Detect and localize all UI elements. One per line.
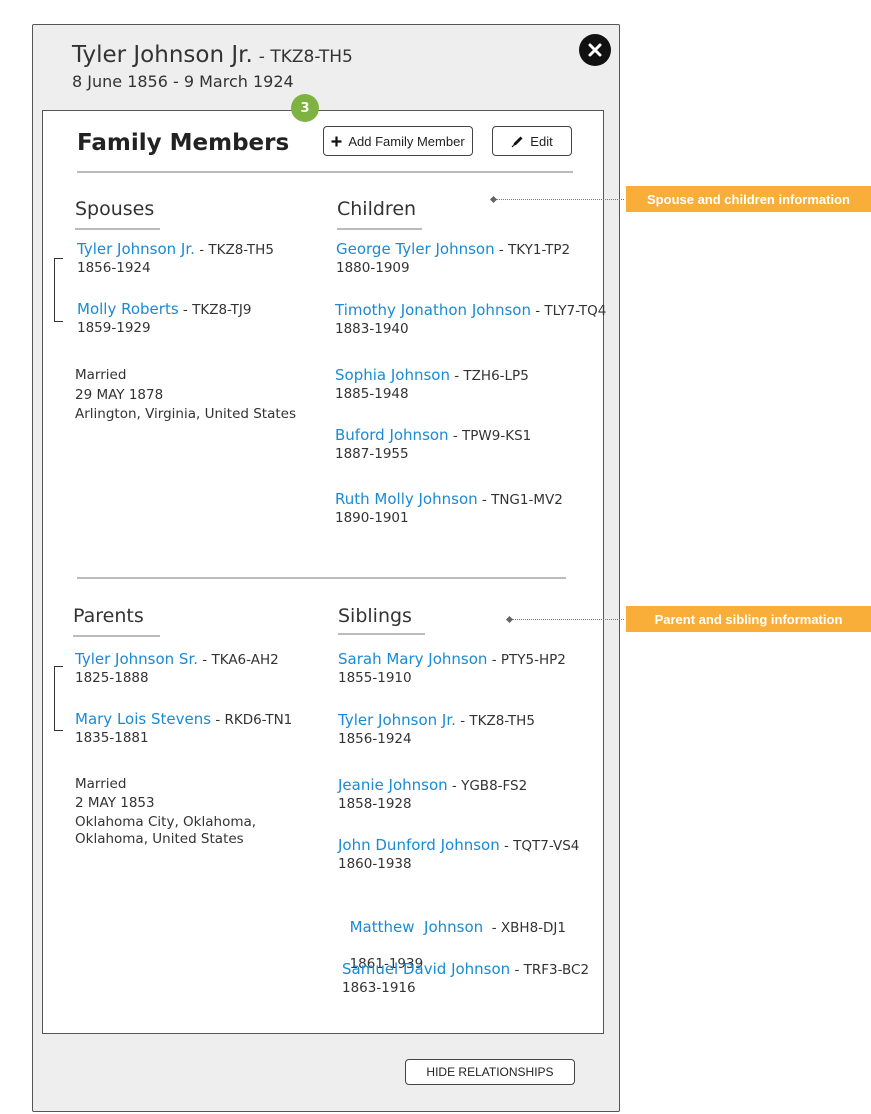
person-id: - TKZ8-TH5 bbox=[258, 47, 353, 67]
child-id: - TPW9-KS1 bbox=[448, 428, 532, 444]
spouse-id: - TKZ8-TJ9 bbox=[178, 302, 252, 318]
parent-entry: Tyler Johnson Sr. - TKA6-AH2 1825-1888 bbox=[75, 650, 279, 687]
parent-couple-bracket bbox=[54, 666, 63, 731]
parent-name-link[interactable]: Tyler Johnson Sr. bbox=[75, 650, 198, 668]
child-entry: Buford Johnson - TPW9-KS1 1887-1955 bbox=[335, 426, 531, 463]
spouses-heading-underline bbox=[75, 228, 160, 230]
sibling-id: - PTY5-HP2 bbox=[487, 652, 566, 668]
marriage-date: 2 MAY 1853 bbox=[75, 795, 155, 811]
child-years: 1890-1901 bbox=[335, 510, 409, 526]
child-id: - TKY1-TP2 bbox=[494, 242, 571, 258]
children-heading-underline bbox=[337, 228, 422, 230]
sibling-name-link[interactable]: Sarah Mary Johnson bbox=[338, 650, 487, 668]
child-years: 1880-1909 bbox=[336, 260, 410, 276]
edit-label: Edit bbox=[530, 133, 553, 149]
child-years: 1883-1940 bbox=[335, 321, 409, 337]
child-entry: George Tyler Johnson - TKY1-TP2 1880-190… bbox=[336, 240, 570, 277]
middle-divider bbox=[77, 577, 566, 579]
sibling-years: 1863-1916 bbox=[342, 980, 416, 996]
spouse-children-callout: Spouse and children information bbox=[626, 186, 871, 212]
sibling-id: - YGB8-FS2 bbox=[447, 778, 528, 794]
spouse-years: 1859-1929 bbox=[77, 320, 151, 336]
spouse-name-link[interactable]: Molly Roberts bbox=[77, 300, 179, 318]
sibling-entry: Samuel David Johnson - TRF3-BC2 1863-191… bbox=[342, 960, 589, 997]
spouse-couple-bracket bbox=[54, 258, 63, 322]
parent-entry: Mary Lois Stevens - RKD6-TN1 1835-1881 bbox=[75, 710, 292, 747]
plus-icon bbox=[331, 136, 342, 146]
child-id: - TLY7-TQ4 bbox=[530, 303, 607, 319]
parent-id: - RKD6-TN1 bbox=[211, 712, 293, 728]
child-name-link[interactable]: Sophia Johnson bbox=[335, 366, 450, 384]
sibling-name-link[interactable]: Matthew Johnson bbox=[350, 918, 484, 936]
child-name-link[interactable]: Ruth Molly Johnson bbox=[335, 490, 478, 508]
siblings-heading: Siblings bbox=[338, 605, 412, 627]
person-name: Tyler Johnson Jr. bbox=[72, 42, 253, 68]
step-badge: 3 bbox=[291, 94, 319, 122]
spouses-heading: Spouses bbox=[75, 198, 155, 220]
header-divider bbox=[77, 171, 573, 173]
section-title: Family Members bbox=[77, 130, 290, 156]
child-years: 1887-1955 bbox=[335, 446, 409, 462]
parent-marriage-info: Married 2 MAY 1853 Oklahoma City, Oklaho… bbox=[75, 775, 256, 851]
child-name-link[interactable]: George Tyler Johnson bbox=[336, 240, 495, 258]
sibling-entry: Sarah Mary Johnson - PTY5-HP2 1855-1910 bbox=[338, 650, 566, 687]
spouse-years: 1856-1924 bbox=[77, 260, 151, 276]
marriage-place-line1: Oklahoma City, Oklahoma, bbox=[75, 814, 257, 830]
parent-sibling-callout: Parent and sibling information bbox=[626, 606, 871, 632]
sibling-id: - XBH8-DJ1 bbox=[483, 920, 566, 936]
sibling-name-link[interactable]: Jeanie Johnson bbox=[338, 776, 448, 794]
child-id: - TNG1-MV2 bbox=[477, 492, 563, 508]
sibling-entry: Jeanie Johnson - YGB8-FS2 1858-1928 bbox=[338, 776, 527, 813]
parent-name-link[interactable]: Mary Lois Stevens bbox=[75, 710, 211, 728]
child-name-link[interactable]: Buford Johnson bbox=[335, 426, 449, 444]
sibling-name-link[interactable]: Tyler Johnson Jr. bbox=[338, 711, 456, 729]
marriage-date: 29 MAY 1878 bbox=[75, 386, 164, 403]
parent-id: - TKA6-AH2 bbox=[198, 652, 279, 668]
child-name-link[interactable]: Timothy Jonathon Johnson bbox=[335, 301, 531, 319]
callout-leader-line bbox=[512, 619, 624, 620]
marriage-place-line2: Oklahoma, United States bbox=[75, 831, 244, 847]
add-family-member-button[interactable]: Add Family Member bbox=[323, 126, 473, 156]
sibling-years: 1855-1910 bbox=[338, 670, 412, 686]
sibling-entry: Tyler Johnson Jr. - TKZ8-TH5 1856-1924 bbox=[338, 711, 535, 748]
callout-leader-line bbox=[496, 199, 624, 200]
sibling-id: - TQT7-VS4 bbox=[499, 838, 580, 854]
person-life-dates: 8 June 1856 - 9 March 1924 bbox=[72, 72, 294, 91]
siblings-heading-underline bbox=[338, 633, 425, 635]
add-family-member-label: Add Family Member bbox=[348, 133, 465, 149]
parent-years: 1835-1881 bbox=[75, 730, 149, 746]
parents-heading: Parents bbox=[73, 605, 144, 627]
close-button[interactable] bbox=[579, 34, 611, 66]
spouse-marriage-info: Married 29 MAY 1878 Arlington, Virginia,… bbox=[75, 366, 296, 425]
person-title: Tyler Johnson Jr. - TKZ8-TH5 bbox=[72, 42, 353, 68]
sibling-entry: John Dunford Johnson - TQT7-VS4 1860-193… bbox=[338, 836, 579, 873]
marriage-label: Married bbox=[75, 776, 127, 792]
sibling-years: 1858-1928 bbox=[338, 796, 412, 812]
parent-years: 1825-1888 bbox=[75, 670, 149, 686]
hide-relationships-label: HIDE RELATIONSHIPS bbox=[426, 1065, 554, 1079]
close-icon bbox=[588, 43, 602, 57]
marriage-place: Arlington, Virginia, United States bbox=[75, 406, 297, 422]
sibling-years: 1860-1938 bbox=[338, 856, 412, 872]
spouse-name-link[interactable]: Tyler Johnson Jr. bbox=[77, 240, 195, 258]
marriage-label: Married bbox=[75, 367, 127, 383]
children-heading: Children bbox=[337, 198, 417, 220]
child-years: 1885-1948 bbox=[335, 386, 409, 402]
sibling-id: - TRF3-BC2 bbox=[510, 962, 590, 978]
sibling-name-link[interactable]: John Dunford Johnson bbox=[338, 836, 500, 854]
child-entry: Timothy Jonathon Johnson - TLY7-TQ4 1883… bbox=[335, 301, 606, 338]
child-entry: Ruth Molly Johnson - TNG1-MV2 1890-1901 bbox=[335, 490, 563, 527]
child-entry: Sophia Johnson - TZH6-LP5 1885-1948 bbox=[335, 366, 529, 403]
edit-button[interactable]: Edit bbox=[492, 126, 572, 156]
pencil-icon bbox=[511, 136, 523, 147]
spouse-entry: Molly Roberts - TKZ8-TJ9 1859-1929 bbox=[77, 300, 251, 337]
hide-relationships-button[interactable]: HIDE RELATIONSHIPS bbox=[405, 1059, 575, 1085]
child-id: - TZH6-LP5 bbox=[449, 368, 529, 384]
sibling-name-link[interactable]: Samuel David Johnson bbox=[342, 960, 510, 978]
sibling-years: 1856-1924 bbox=[338, 731, 412, 747]
spouse-entry: Tyler Johnson Jr. - TKZ8-TH5 1856-1924 bbox=[77, 240, 274, 277]
parents-heading-underline bbox=[73, 635, 160, 637]
sibling-id: - TKZ8-TH5 bbox=[455, 713, 535, 729]
spouse-id: - TKZ8-TH5 bbox=[194, 242, 274, 258]
